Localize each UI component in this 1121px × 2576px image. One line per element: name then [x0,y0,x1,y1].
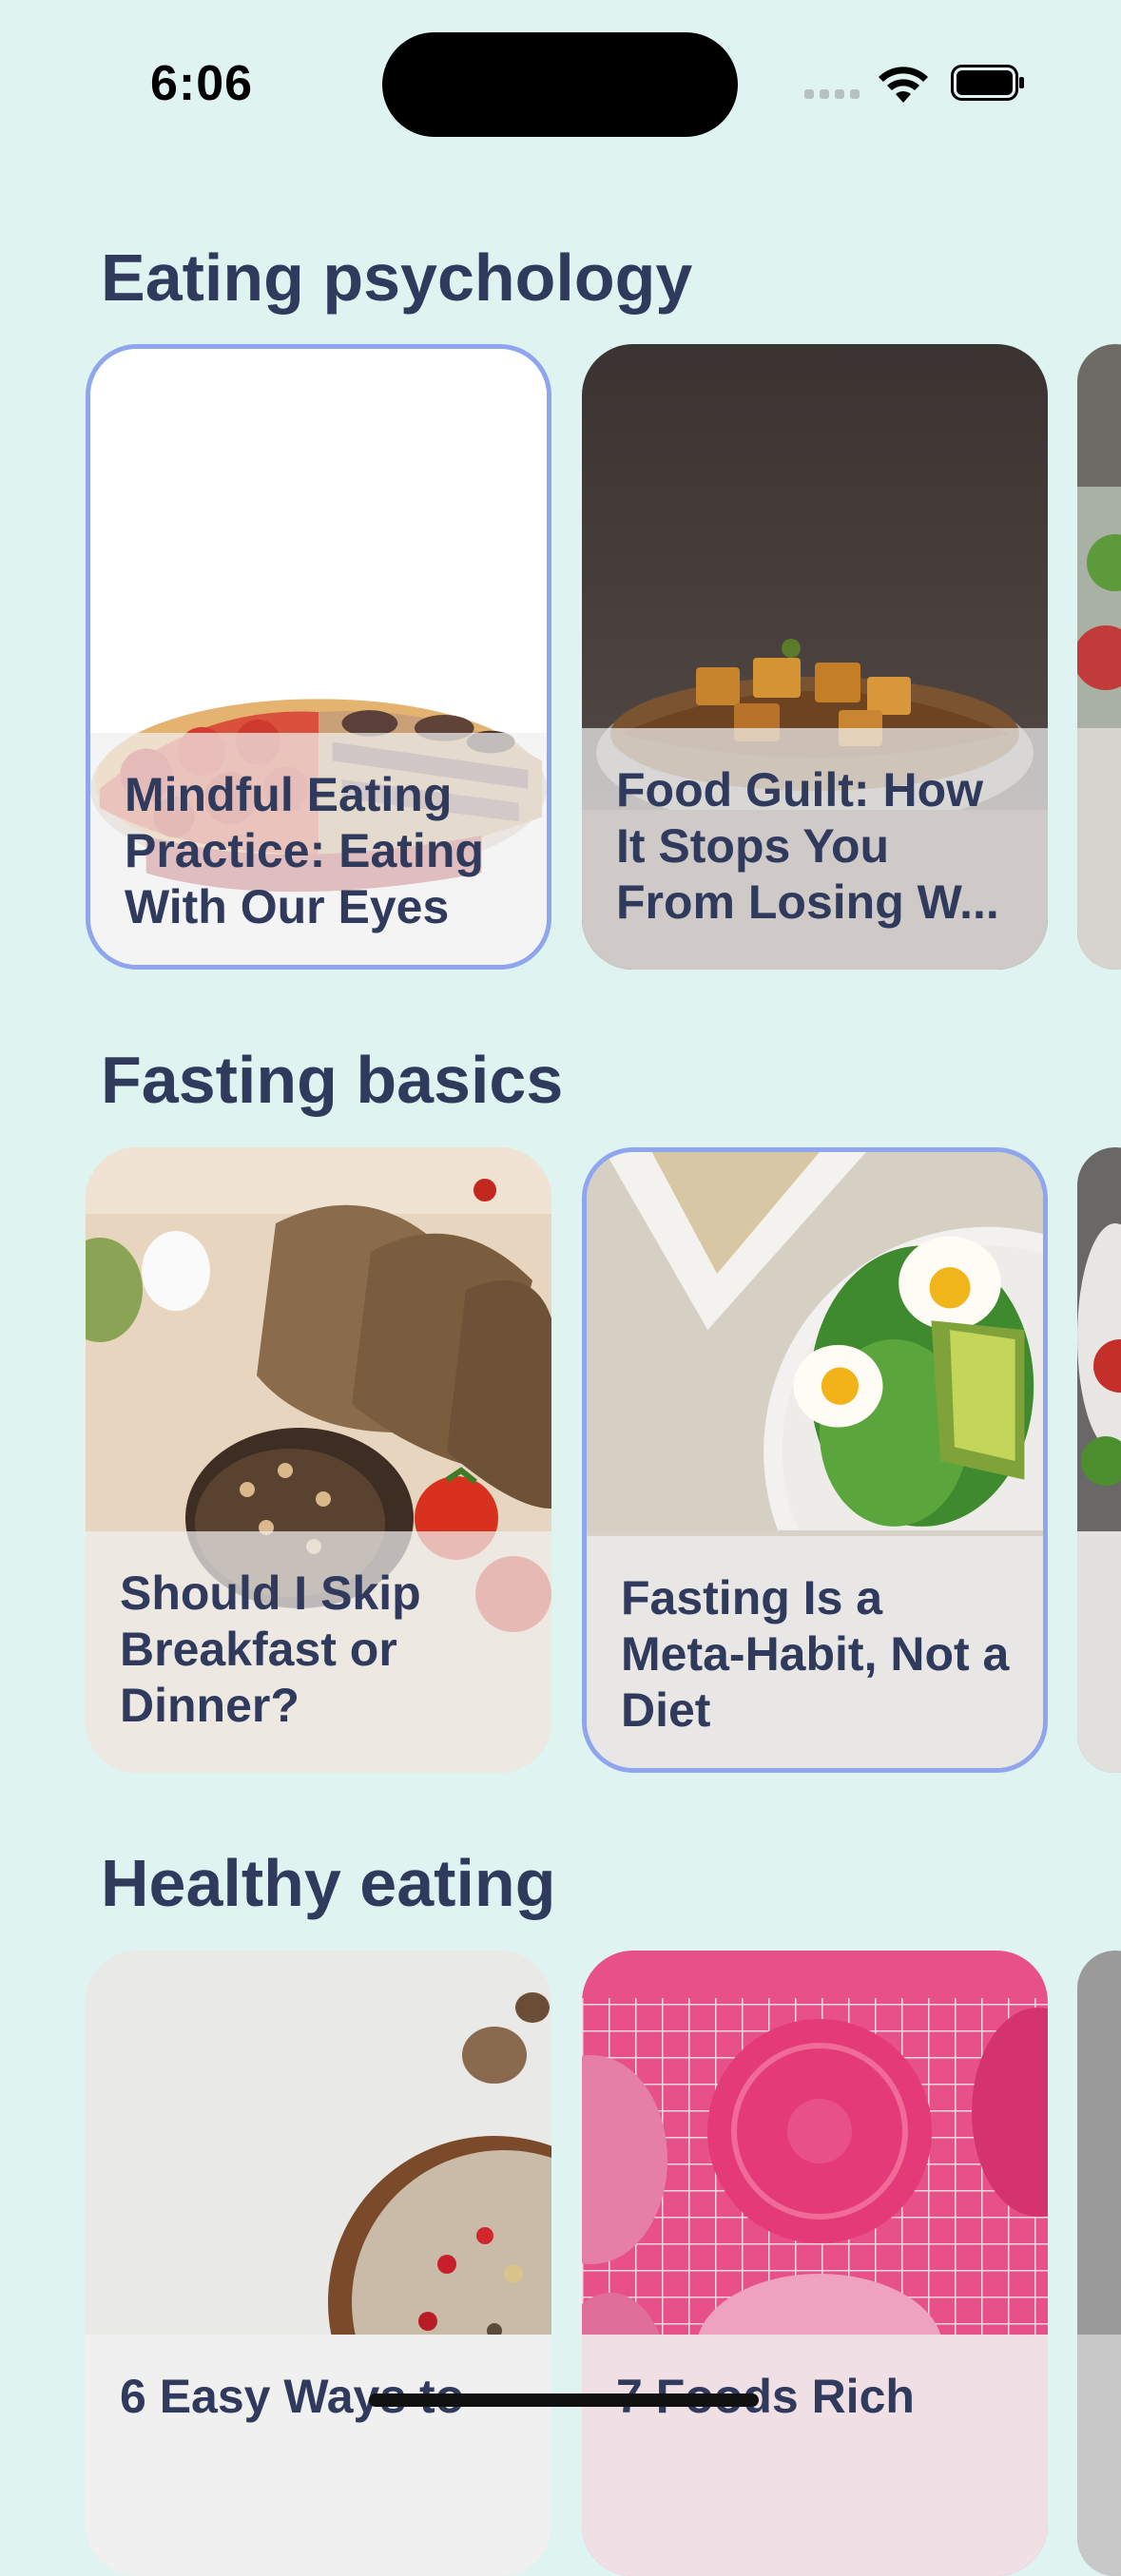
article-card-title: Mindful Eating Practice: Eating With Our… [125,768,484,933]
food-photo [1077,344,1121,970]
article-card-peek[interactable] [1077,1147,1121,1773]
dynamic-island [382,32,738,137]
article-card-fasting-meta-habit[interactable]: Fasting Is a Meta-Habit, Not a Diet [582,1147,1048,1773]
article-card-peek[interactable] [1077,1951,1121,2576]
article-card-title: Fasting Is a Meta-Habit, Not a Diet [621,1571,1010,1737]
article-card-mindful-eating[interactable]: Mindful Eating Practice: Eating With Our… [86,344,551,970]
article-card-peek[interactable] [1077,344,1121,970]
article-card-foods-rich[interactable]: 7 Foods Rich [582,1951,1048,2576]
home-indicator[interactable] [369,2393,759,2407]
article-card-title: Food Guilt: How It Stops You From Losing… [616,763,999,929]
wifi-icon [879,67,928,103]
section-title-fasting-basics: Fasting basics [101,1043,564,1117]
food-photo [1077,1147,1121,1773]
article-card-food-guilt[interactable]: Food Guilt: How It Stops You From Losing… [582,344,1048,970]
cellular-signal-icon [804,89,860,99]
section-title-healthy-eating: Healthy eating [101,1846,556,1920]
food-photo [1077,1951,1121,2576]
article-card-skip-breakfast[interactable]: Should I Skip Breakfast or Dinner? [86,1147,551,1773]
article-card-easy-ways[interactable]: 6 Easy Ways to [86,1951,551,2576]
status-time: 6:06 [150,56,254,111]
battery-icon [951,65,1024,101]
article-card-title: Should I Skip Breakfast or Dinner? [120,1567,421,1732]
section-title-eating-psychology: Eating psychology [101,240,693,315]
